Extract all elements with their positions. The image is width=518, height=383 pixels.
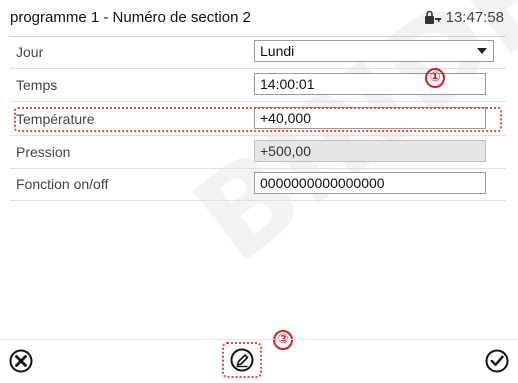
on-off-function-label: Fonction on/off xyxy=(16,176,109,192)
time-label: Temps xyxy=(16,77,58,93)
day-value: Lundi xyxy=(260,43,295,59)
on-off-function-field[interactable]: 0000000000000000 xyxy=(254,172,486,194)
cancel-button[interactable] xyxy=(8,348,34,374)
row-day: Jour Lundi xyxy=(10,37,506,69)
row-temperature: Température +40,000 xyxy=(10,104,506,136)
pencil-edit-icon xyxy=(230,348,254,372)
checkmark-icon xyxy=(485,349,509,373)
bottom-divider xyxy=(0,339,518,340)
cancel-x-icon xyxy=(9,349,33,373)
row-on-off-function: Fonction on/off 0000000000000000 xyxy=(10,169,506,201)
program-section-editor: BINDER programme 1 - Numéro de section 2… xyxy=(0,0,518,383)
pressure-label: Pression xyxy=(16,144,71,160)
lock-icon xyxy=(424,10,442,26)
callout-marker-2: ② xyxy=(273,330,293,350)
temperature-label: Température xyxy=(16,111,95,127)
callout-marker-1: ① xyxy=(425,68,445,88)
clock-time: 13:47:58 xyxy=(445,9,504,26)
confirm-button[interactable] xyxy=(484,348,510,374)
chevron-down-icon xyxy=(477,48,487,54)
row-pressure: Pression +500,00 xyxy=(10,137,506,169)
pressure-field: +500,00 xyxy=(254,140,486,162)
day-label: Jour xyxy=(16,44,44,60)
header-bar: programme 1 - Numéro de section 2 13:47:… xyxy=(10,0,506,37)
header-status: 13:47:58 xyxy=(424,9,504,26)
edit-button[interactable] xyxy=(229,347,255,373)
temperature-field[interactable]: +40,000 xyxy=(254,107,486,129)
day-dropdown[interactable]: Lundi xyxy=(254,40,494,62)
page-title: programme 1 - Numéro de section 2 xyxy=(10,9,251,26)
time-field[interactable]: 14:00:01 xyxy=(254,73,486,95)
